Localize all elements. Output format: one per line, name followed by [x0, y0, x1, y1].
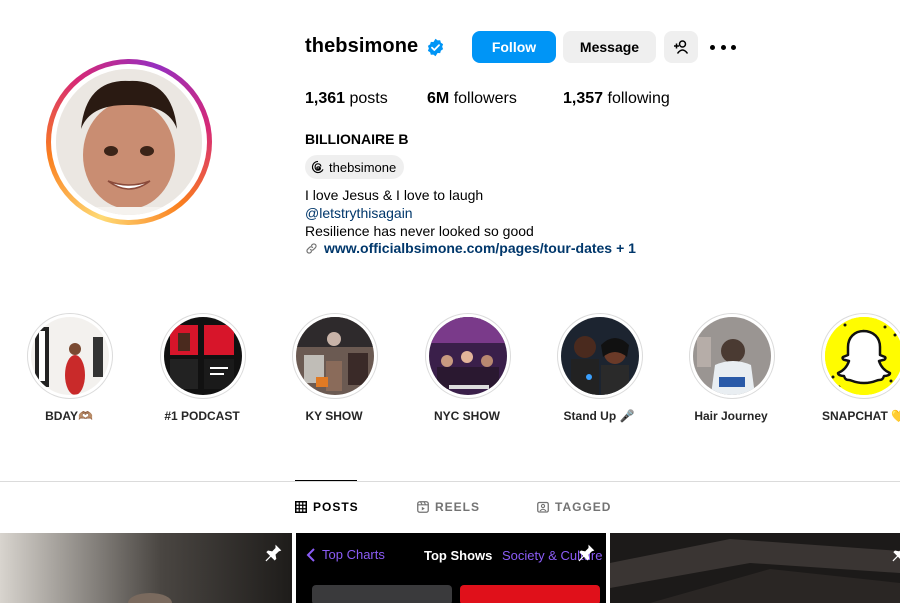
show-tile-2	[460, 585, 600, 603]
suggested-accounts-button[interactable]	[664, 31, 698, 63]
following-count: 1,357	[563, 90, 604, 107]
highlight-hair-journey[interactable]	[689, 313, 775, 399]
tab-reels[interactable]: REELS	[417, 500, 480, 514]
tagged-icon	[537, 501, 549, 513]
display-name: BILLIONAIRE B	[305, 131, 409, 147]
bio-line-1: I love Jesus & I love to laugh	[305, 187, 484, 203]
highlight-cover	[825, 317, 900, 395]
highlight-podcast[interactable]	[160, 313, 246, 399]
top-shows-label: Top Shows	[424, 548, 493, 563]
post-1-image	[0, 533, 292, 603]
pin-icon	[265, 544, 282, 562]
top-charts-back: Top Charts	[306, 547, 385, 562]
post-3-image	[610, 533, 900, 603]
highlight-cover	[693, 317, 771, 395]
highlight-label-ky-show: KY SHOW	[305, 409, 363, 423]
highlight-bday-image	[31, 317, 109, 395]
posts-count: 1,361	[305, 90, 346, 107]
highlight-cover	[296, 317, 374, 395]
following-stat[interactable]: 1,357 following	[563, 90, 670, 108]
highlight-cover	[561, 317, 639, 395]
highlight-stand-up[interactable]	[557, 313, 643, 399]
dot	[720, 44, 726, 50]
pin-icon	[578, 544, 595, 562]
threads-icon	[311, 160, 324, 174]
bio-line-3: Resilience has never looked so good	[305, 223, 534, 239]
highlight-cover	[31, 317, 109, 395]
highlight-podcast-image	[164, 317, 242, 395]
more-options-icon[interactable]	[710, 36, 736, 58]
pin-icon	[892, 550, 900, 562]
highlight-label-nyc-show: NYC SHOW	[434, 409, 500, 423]
avatar-border	[51, 64, 207, 220]
highlight-snapchat[interactable]	[821, 313, 900, 399]
highlight-nyc-image	[429, 317, 507, 395]
bio-mention-link[interactable]: @letstrythisagain	[305, 204, 413, 222]
highlight-cover	[429, 317, 507, 395]
dot	[710, 44, 715, 50]
followers-label: followers	[453, 90, 517, 107]
grid-icon	[295, 501, 307, 513]
snapchat-ghost-icon	[825, 317, 900, 395]
chevron-left-icon	[306, 547, 315, 562]
post-thumbnail-3[interactable]	[610, 533, 900, 603]
posts-stat: 1,361 posts	[305, 90, 388, 108]
highlight-nyc-show[interactable]	[425, 313, 511, 399]
tab-tagged[interactable]: TAGGED	[537, 500, 611, 514]
highlight-ky-show[interactable]	[292, 313, 378, 399]
highlight-label-podcast: #1 PODCAST	[164, 409, 240, 423]
tab-posts[interactable]: POSTS	[295, 500, 359, 514]
tab-reels-label: REELS	[435, 500, 481, 514]
followers-count: 6M	[427, 90, 450, 107]
profile-avatar[interactable]	[46, 59, 212, 225]
bio-external-link[interactable]: www.officialbsimone.com/pages/tour-dates…	[305, 240, 636, 256]
top-charts-label: Top Charts	[322, 547, 385, 562]
profile-username: thebsimone	[305, 35, 419, 57]
followers-stat[interactable]: 6M followers	[427, 90, 517, 108]
verified-badge-icon	[427, 38, 444, 57]
post-thumbnail-1[interactable]	[0, 533, 292, 603]
highlight-bday[interactable]	[27, 313, 113, 399]
message-button[interactable]: Message	[563, 31, 656, 63]
highlight-hair-image	[693, 317, 771, 395]
avatar-illustration	[56, 69, 202, 215]
link-url: www.officialbsimone.com/pages/tour-dates	[324, 240, 613, 256]
show-tile-1	[312, 585, 452, 603]
tab-posts-label: POSTS	[313, 500, 359, 514]
following-label: following	[607, 90, 670, 107]
reels-icon	[417, 501, 429, 513]
highlight-ky-image	[296, 317, 374, 395]
dot	[731, 44, 736, 50]
highlight-standup-image	[561, 317, 639, 395]
add-person-icon	[674, 40, 689, 54]
tab-tagged-label: TAGGED	[555, 500, 612, 514]
highlight-label-bday: BDAY🫶🏽	[45, 409, 93, 423]
highlight-label-snapchat: SNAPCHAT 💛	[822, 409, 900, 423]
highlight-label-hair-journey: Hair Journey	[694, 409, 768, 423]
tabs-divider	[0, 481, 900, 482]
avatar-photo	[56, 69, 202, 215]
post-thumbnail-2[interactable]: Top Charts Top Shows Society & Culture	[296, 533, 606, 603]
highlight-label-stand-up: Stand Up 🎤	[563, 409, 635, 423]
posts-label: posts	[349, 90, 388, 107]
threads-badge[interactable]: thebsimone	[305, 155, 405, 179]
follow-button[interactable]: Follow	[472, 31, 556, 63]
link-icon	[306, 242, 317, 254]
threads-handle: thebsimone	[329, 159, 397, 175]
link-extra-count: + 1	[616, 240, 636, 256]
highlight-cover	[164, 317, 242, 395]
active-tab-indicator	[295, 480, 357, 481]
